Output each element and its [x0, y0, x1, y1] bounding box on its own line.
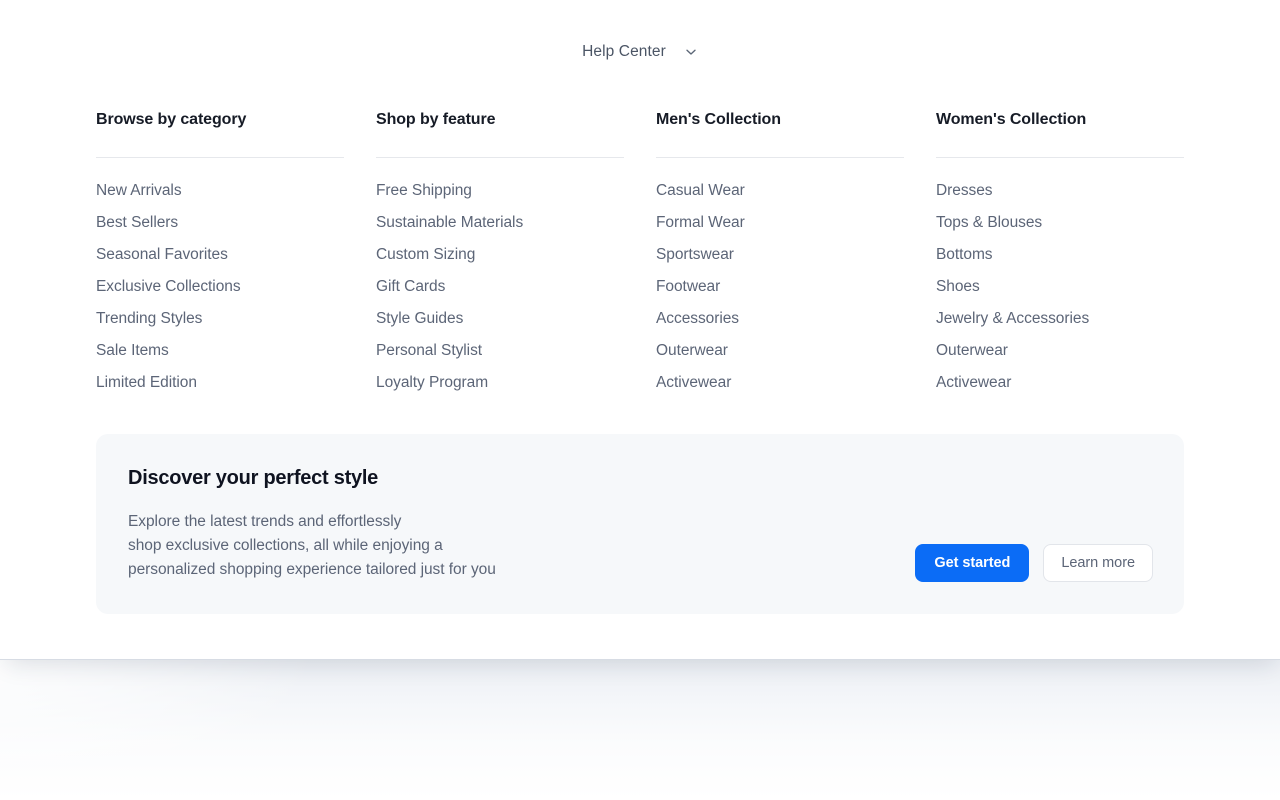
- list-item: Sustainable Materials: [376, 207, 624, 239]
- menu-link-shoes[interactable]: Shoes: [936, 271, 1184, 303]
- menu-link-limited-edition[interactable]: Limited Edition: [96, 367, 344, 399]
- menu-link-gift-cards[interactable]: Gift Cards: [376, 271, 624, 303]
- menu-link-exclusive-collections[interactable]: Exclusive Collections: [96, 271, 344, 303]
- menu-link-seasonal-favorites[interactable]: Seasonal Favorites: [96, 239, 344, 271]
- column-link-list: Dresses Tops & Blouses Bottoms Shoes Jew…: [936, 175, 1184, 399]
- menu-column-shop-by-feature: Shop by feature Free Shipping Sustainabl…: [376, 110, 624, 399]
- menu-columns: Browse by category New Arrivals Best Sel…: [96, 110, 1184, 399]
- list-item: Footwear: [656, 271, 904, 303]
- mega-menu-panel: Help Center Browse by category New Arriv…: [0, 0, 1280, 660]
- menu-link-formal-wear[interactable]: Formal Wear: [656, 207, 904, 239]
- column-title: Shop by feature: [376, 111, 496, 128]
- column-link-list: Casual Wear Formal Wear Sportswear Footw…: [656, 175, 904, 399]
- column-title: Men's Collection: [656, 111, 781, 128]
- learn-more-button[interactable]: Learn more: [1043, 544, 1153, 582]
- help-center-label: Help Center: [582, 43, 666, 61]
- list-item: Activewear: [936, 367, 1184, 399]
- list-item: Accessories: [656, 303, 904, 335]
- menu-link-accessories[interactable]: Accessories: [656, 303, 904, 335]
- promo-text-block: Discover your perfect style Explore the …: [128, 466, 788, 582]
- menu-link-custom-sizing[interactable]: Custom Sizing: [376, 239, 624, 271]
- list-item: Tops & Blouses: [936, 207, 1184, 239]
- menu-link-dresses[interactable]: Dresses: [936, 175, 1184, 207]
- promo-body-line: personalized shopping experience tailore…: [128, 561, 496, 578]
- chevron-down-icon: [684, 45, 698, 59]
- list-item: Outerwear: [656, 335, 904, 367]
- column-link-list: Free Shipping Sustainable Materials Cust…: [376, 175, 624, 399]
- menu-link-jewelry-and-accessories[interactable]: Jewelry & Accessories: [936, 303, 1184, 335]
- list-item: Exclusive Collections: [96, 271, 344, 303]
- column-title: Women's Collection: [936, 111, 1087, 128]
- menu-link-casual-wear[interactable]: Casual Wear: [656, 175, 904, 207]
- page-backdrop: [0, 660, 1280, 800]
- menu-link-outerwear[interactable]: Outerwear: [936, 335, 1184, 367]
- menu-link-trending-styles[interactable]: Trending Styles: [96, 303, 344, 335]
- menu-link-activewear[interactable]: Activewear: [936, 367, 1184, 399]
- promo-body: Explore the latest trends and effortless…: [128, 510, 788, 582]
- list-item: Gift Cards: [376, 271, 624, 303]
- help-center-menu-trigger[interactable]: Help Center: [578, 38, 702, 66]
- list-item: Formal Wear: [656, 207, 904, 239]
- list-item: Jewelry & Accessories: [936, 303, 1184, 335]
- menu-trigger-bar: Help Center: [0, 0, 1280, 104]
- menu-link-style-guides[interactable]: Style Guides: [376, 303, 624, 335]
- column-divider: [96, 157, 344, 159]
- menu-link-sportswear[interactable]: Sportswear: [656, 239, 904, 271]
- list-item: Trending Styles: [96, 303, 344, 335]
- menu-link-sustainable-materials[interactable]: Sustainable Materials: [376, 207, 624, 239]
- list-item: Seasonal Favorites: [96, 239, 344, 271]
- menu-link-tops-and-blouses[interactable]: Tops & Blouses: [936, 207, 1184, 239]
- promo-body-line: shop exclusive collections, all while en…: [128, 537, 443, 554]
- list-item: Best Sellers: [96, 207, 344, 239]
- menu-column-womens-collection: Women's Collection Dresses Tops & Blouse…: [936, 110, 1184, 399]
- list-item: Dresses: [936, 175, 1184, 207]
- list-item: Casual Wear: [656, 175, 904, 207]
- promo-actions: Get started Learn more: [915, 544, 1153, 582]
- list-item: Activewear: [656, 367, 904, 399]
- menu-link-personal-stylist[interactable]: Personal Stylist: [376, 335, 624, 367]
- list-item: Limited Edition: [96, 367, 344, 399]
- column-divider: [936, 157, 1184, 159]
- list-item: Shoes: [936, 271, 1184, 303]
- list-item: Custom Sizing: [376, 239, 624, 271]
- column-divider: [376, 157, 624, 159]
- promo-card: Discover your perfect style Explore the …: [96, 434, 1184, 614]
- menu-link-loyalty-program[interactable]: Loyalty Program: [376, 367, 624, 399]
- list-item: Sportswear: [656, 239, 904, 271]
- menu-column-browse-by-category: Browse by category New Arrivals Best Sel…: [96, 110, 344, 399]
- column-title: Browse by category: [96, 111, 247, 128]
- list-item: Loyalty Program: [376, 367, 624, 399]
- promo-body-line: Explore the latest trends and effortless…: [128, 513, 402, 530]
- menu-column-mens-collection: Men's Collection Casual Wear Formal Wear…: [656, 110, 904, 399]
- menu-link-footwear[interactable]: Footwear: [656, 271, 904, 303]
- list-item: Outerwear: [936, 335, 1184, 367]
- menu-link-new-arrivals[interactable]: New Arrivals: [96, 175, 344, 207]
- menu-link-activewear[interactable]: Activewear: [656, 367, 904, 399]
- menu-link-free-shipping[interactable]: Free Shipping: [376, 175, 624, 207]
- menu-link-bottoms[interactable]: Bottoms: [936, 239, 1184, 271]
- menu-link-sale-items[interactable]: Sale Items: [96, 335, 344, 367]
- column-link-list: New Arrivals Best Sellers Seasonal Favor…: [96, 175, 344, 399]
- menu-link-outerwear[interactable]: Outerwear: [656, 335, 904, 367]
- list-item: Sale Items: [96, 335, 344, 367]
- list-item: Free Shipping: [376, 175, 624, 207]
- list-item: Bottoms: [936, 239, 1184, 271]
- list-item: New Arrivals: [96, 175, 344, 207]
- menu-link-best-sellers[interactable]: Best Sellers: [96, 207, 344, 239]
- list-item: Style Guides: [376, 303, 624, 335]
- column-divider: [656, 157, 904, 159]
- get-started-button[interactable]: Get started: [915, 544, 1030, 582]
- list-item: Personal Stylist: [376, 335, 624, 367]
- promo-title: Discover your perfect style: [128, 467, 379, 489]
